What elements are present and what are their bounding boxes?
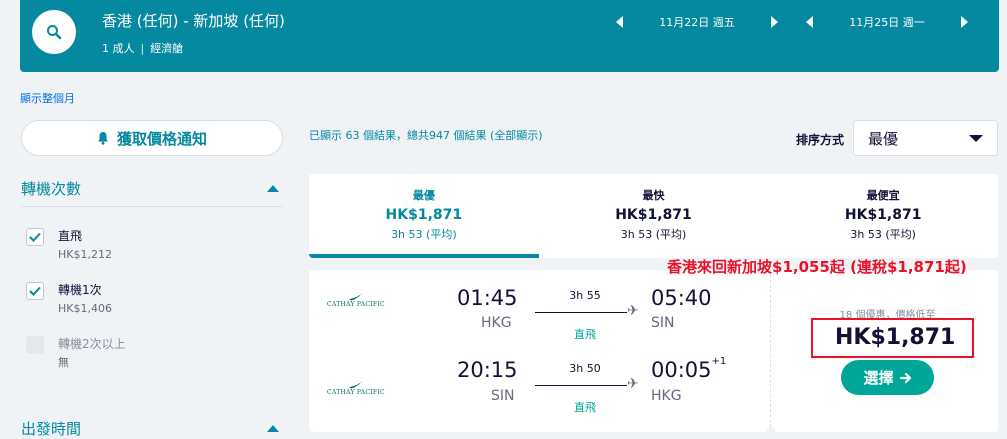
outbound-stops: 直飛 [574, 328, 596, 341]
departure-time-filter-header[interactable]: 出發時間 [21, 418, 283, 439]
stop-option-one-stop[interactable]: 轉機1次 HK$1,406 [26, 282, 112, 317]
tab-best-name: 最優 [412, 189, 435, 202]
search-summary-header[interactable]: 香港 (任何) - 新加坡 (任何) 1 成人 | 經濟艙 11月22日 週五 11… [20, 0, 999, 72]
airline-logo: CATHAY PACIFIC [321, 292, 391, 308]
inbound-depart-time: 20:15 [457, 358, 518, 382]
inbound-arrive-time-value: 00:05 [651, 358, 712, 382]
inbound-leg: CATHAY PACIFIC 20:15 SIN 3h 50 ✈ 直飛 00:0… [309, 356, 770, 418]
stops-filter-header[interactable]: 轉機次數 [21, 178, 283, 199]
outbound-arrive-airport: SIN [651, 315, 675, 331]
one-stop-option-text: 轉機1次 HK$1,406 [58, 282, 112, 317]
prev-return-date-icon[interactable] [806, 16, 813, 28]
inbound-arrive-time: 00:05+1 [651, 356, 727, 382]
passenger-count: 1 成人 [102, 42, 135, 55]
one-stop-checkbox[interactable] [26, 282, 44, 300]
tab-cheapest[interactable]: 最便宜 HK$1,871 3h 53 (平均) [768, 174, 998, 258]
promo-annotation: 香港來回新加坡$1,055起 (連稅$1,871起) [667, 258, 967, 276]
prev-outbound-date-icon[interactable] [616, 16, 623, 28]
direct-price: HK$1,212 [58, 248, 112, 261]
tab-cheapest-name: 最便宜 [866, 189, 900, 202]
dropdown-arrow-icon [969, 134, 983, 142]
sort-label: 排序方式 [796, 133, 845, 147]
card-notch [766, 427, 776, 437]
checkmark-icon [29, 286, 41, 296]
passenger-cabin-summary: 1 成人 | 經濟艙 [102, 40, 183, 56]
select-button[interactable]: 選擇 [841, 360, 934, 395]
sort-select[interactable]: 最優 [853, 120, 998, 156]
next-return-date-icon[interactable] [961, 16, 968, 28]
select-label: 選擇 [863, 369, 894, 387]
search-button[interactable] [32, 10, 76, 54]
inbound-depart-airport: SIN [491, 388, 515, 404]
price-highlight-box [811, 318, 974, 358]
outbound-date-nav: 11月22日 週五 [616, 12, 778, 32]
search-icon [47, 25, 62, 40]
outbound-date[interactable]: 11月22日 週五 [623, 14, 771, 30]
bell-icon [97, 132, 108, 145]
stop-option-direct[interactable]: 直飛 HK$1,212 [26, 228, 112, 263]
tab-fastest-name: 最快 [642, 189, 665, 202]
collapse-caret-icon[interactable] [267, 425, 279, 432]
tab-best[interactable]: 最優 HK$1,871 3h 53 (平均) [309, 174, 539, 258]
two-plus-label: 轉機2次以上 [58, 337, 126, 351]
outbound-depart-time: 01:45 [457, 286, 518, 310]
card-divider [770, 270, 771, 432]
airline-logo: CATHAY PACIFIC [321, 380, 391, 396]
airline-name: CATHAY PACIFIC [327, 301, 385, 308]
tab-cheapest-duration: 3h 53 (平均) [850, 228, 916, 241]
outbound-leg: CATHAY PACIFIC 01:45 HKG 3h 55 ✈ 直飛 05:4… [309, 270, 770, 341]
next-outbound-date-icon[interactable] [771, 16, 778, 28]
divider [21, 206, 283, 207]
stops-filter-title: 轉機次數 [21, 180, 82, 198]
tab-cheapest-price: HK$1,871 [844, 207, 922, 223]
one-stop-price: HK$1,406 [58, 302, 112, 315]
outbound-duration: 3h 55 [569, 289, 601, 302]
cathay-brushwing-icon [349, 381, 363, 389]
two-plus-checkbox [26, 336, 44, 354]
price-alert-label: 獲取價格通知 [116, 129, 207, 148]
checkmark-icon [29, 232, 41, 242]
direct-option-text: 直飛 HK$1,212 [58, 228, 112, 263]
direct-label: 直飛 [58, 229, 83, 243]
result-count[interactable]: 已顯示 63 個結果，總共947 個結果 (全部顯示) [309, 127, 543, 143]
inbound-stops: 直飛 [574, 401, 596, 414]
airline-name: CATHAY PACIFIC [327, 389, 385, 396]
inbound-day-offset: +1 [711, 356, 727, 367]
arrow-right-icon [899, 372, 911, 383]
inbound-duration: 3h 50 [569, 362, 601, 375]
outbound-arrive-time-value: 05:40 [651, 286, 712, 310]
separator: | [140, 42, 145, 55]
departure-time-filter-title: 出發時間 [21, 420, 82, 438]
return-date[interactable]: 11月25日 週一 [813, 14, 961, 30]
flight-line [535, 312, 627, 313]
show-whole-month-link[interactable]: 顯示整個月 [20, 90, 75, 106]
tab-fastest[interactable]: 最快 HK$1,871 3h 53 (平均) [539, 174, 769, 258]
outbound-depart-airport: HKG [481, 315, 512, 331]
cathay-brushwing-icon [349, 293, 363, 301]
stop-option-two-plus: 轉機2次以上 無 [26, 336, 126, 371]
inbound-arrive-airport: HKG [651, 388, 682, 404]
one-stop-label: 轉機1次 [58, 283, 102, 297]
plane-icon: ✈ [627, 376, 639, 392]
cabin-class: 經濟艙 [150, 42, 184, 55]
outbound-arrive-time: 05:40 [651, 286, 712, 310]
two-plus-option-text: 轉機2次以上 無 [58, 336, 126, 371]
sort-value: 最優 [868, 129, 899, 148]
plane-icon: ✈ [627, 303, 639, 319]
tab-best-duration: 3h 53 (平均) [391, 228, 457, 241]
sort-tabs: 最優 HK$1,871 3h 53 (平均) 最快 HK$1,871 3h 53… [309, 174, 998, 258]
return-date-nav: 11月25日 週一 [806, 12, 968, 32]
flight-line [535, 385, 627, 386]
tab-fastest-duration: 3h 53 (平均) [620, 228, 687, 241]
two-plus-price: 無 [58, 356, 69, 369]
tab-fastest-price: HK$1,871 [615, 207, 692, 223]
price-alert-button[interactable]: 獲取價格通知 [21, 120, 283, 156]
direct-checkbox[interactable] [26, 228, 44, 246]
route-title: 香港 (任何) - 新加坡 (任何) [102, 12, 285, 30]
tab-best-price: HK$1,871 [385, 207, 463, 223]
collapse-caret-icon[interactable] [267, 185, 279, 192]
